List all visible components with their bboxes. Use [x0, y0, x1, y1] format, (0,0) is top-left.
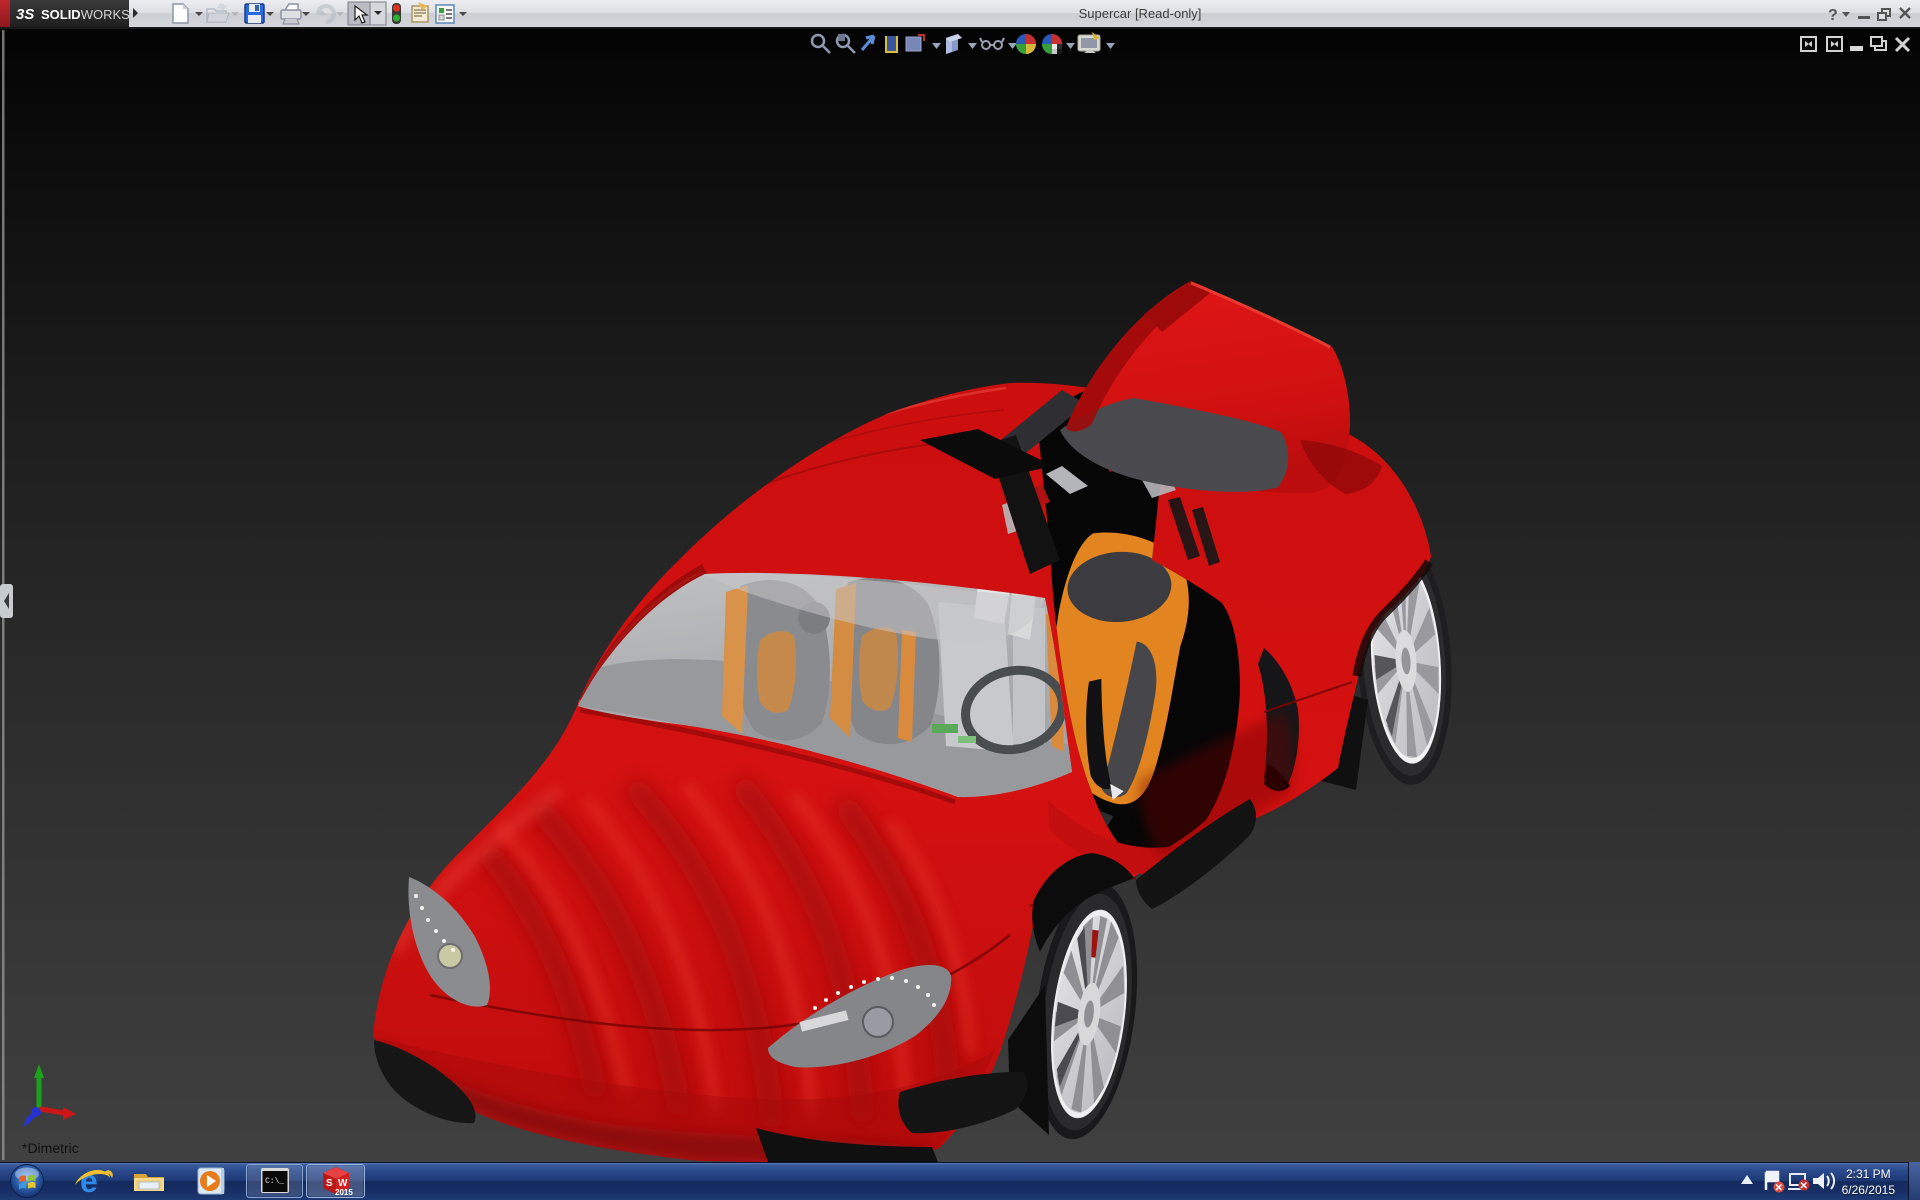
svg-text:*Dimetric: *Dimetric: [22, 1140, 79, 1156]
svg-text:2015: 2015: [335, 1188, 353, 1197]
svg-text:C:\_: C:\_: [265, 1177, 284, 1186]
svg-text:S: S: [326, 1178, 333, 1189]
svg-text:?: ?: [1828, 7, 1838, 24]
svg-text:e: e: [80, 1163, 98, 1199]
